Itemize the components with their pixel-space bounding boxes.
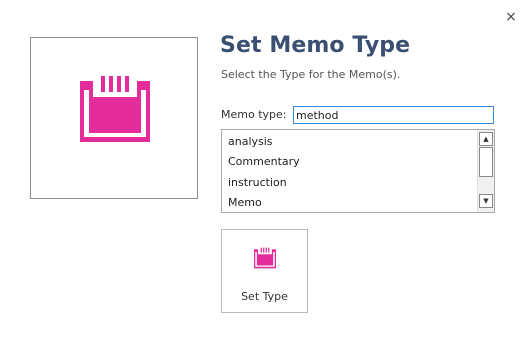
set-type-button[interactable]: Set Type <box>221 229 308 313</box>
scroll-up-icon[interactable]: ▲ <box>479 132 493 146</box>
list-item[interactable]: analysis <box>228 132 273 152</box>
dialog-title: Set Memo Type <box>220 33 411 58</box>
memo-type-icon <box>254 247 276 269</box>
list-scrollbar[interactable]: ▲ ▼ <box>477 130 494 212</box>
list-item[interactable]: Memo <box>228 193 262 212</box>
scroll-down-icon[interactable]: ▼ <box>479 194 493 208</box>
list-item[interactable]: instruction <box>228 173 287 193</box>
memo-type-list[interactable]: analysis Commentary instruction Memo ▲ ▼ <box>221 129 495 213</box>
memo-type-input[interactable] <box>293 106 494 124</box>
set-type-label: Set Type <box>241 290 288 303</box>
dialog-subtitle: Select the Type for the Memo(s). <box>221 68 401 81</box>
memo-type-icon <box>80 76 150 142</box>
list-item[interactable]: Commentary <box>228 152 300 172</box>
close-button[interactable]: × <box>503 8 519 26</box>
memo-type-label: Memo type: <box>221 108 287 121</box>
memo-type-preview <box>30 37 198 199</box>
scroll-thumb[interactable] <box>479 147 493 177</box>
